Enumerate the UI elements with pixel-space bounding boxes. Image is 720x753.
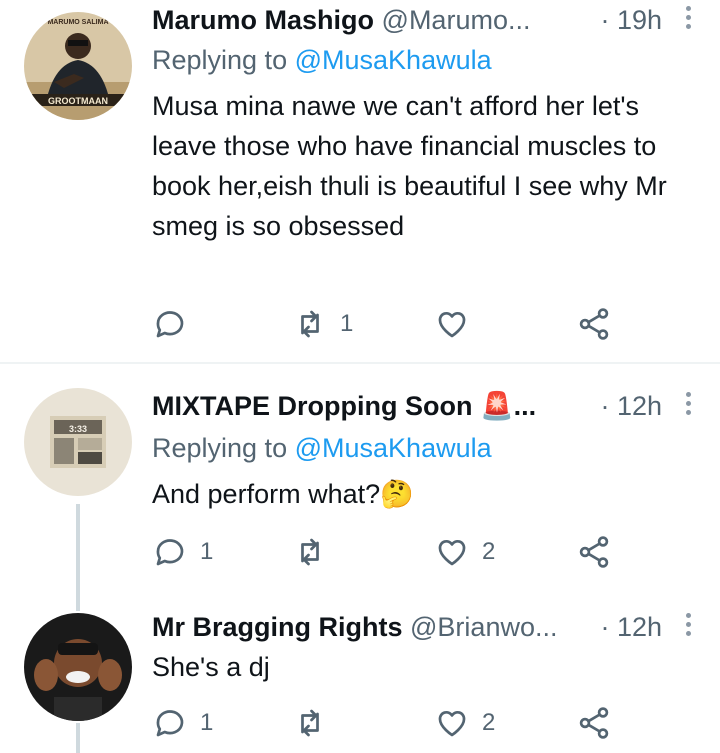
replying-to: Replying to @MusaKhawula: [152, 428, 492, 468]
share-button[interactable]: [576, 703, 612, 743]
retweet-count: 1: [340, 310, 354, 337]
mention-link[interactable]: @MusaKhawula: [295, 45, 492, 75]
replying-to-label: Replying to: [152, 433, 288, 463]
reply-button[interactable]: 1: [152, 532, 213, 572]
user-handle[interactable]: @Brianwo...: [410, 612, 557, 642]
more-icon[interactable]: [686, 6, 692, 33]
like-icon: [438, 540, 466, 566]
tweet-text: Musa mina nawe we can't afford her let's…: [152, 91, 667, 241]
tweet-header: Mr Bragging Rights @Brianwo... · 12h: [152, 607, 720, 647]
reply-icon: [156, 311, 184, 338]
retweet-button[interactable]: [292, 532, 340, 572]
reply-button[interactable]: 1: [152, 703, 213, 743]
replying-to: Replying to @MusaKhawula: [152, 40, 492, 80]
like-icon: [438, 711, 466, 737]
retweet-icon: [301, 709, 319, 737]
avatar-caption: GROOTMAAN: [48, 96, 108, 106]
share-button[interactable]: [576, 532, 612, 572]
tweet[interactable]: 3:33 MIXTAPE Dropping Soon 🚨... · 12h Re…: [0, 364, 720, 589]
tweet-header: MIXTAPE Dropping Soon 🚨... · 12h: [152, 386, 720, 426]
tweet-time[interactable]: · 12h: [600, 386, 662, 426]
reply-count: 1: [200, 538, 214, 565]
retweet-icon: [301, 538, 319, 566]
display-name[interactable]: MIXTAPE Dropping Soon 🚨...: [152, 391, 536, 421]
tweet-actions: 1 2: [152, 703, 622, 743]
like-button[interactable]: 2: [434, 703, 495, 743]
like-icon: [438, 312, 466, 338]
retweet-button[interactable]: 1: [292, 304, 353, 344]
svg-text:3:33: 3:33: [69, 424, 87, 434]
tweet-text: She's a dj: [152, 652, 270, 682]
reply-icon: [156, 710, 184, 737]
like-button[interactable]: 2: [434, 532, 495, 572]
share-icon: [579, 536, 609, 568]
tweet-text: And perform what?🤔: [152, 479, 414, 509]
tweet-time[interactable]: · 19h: [600, 0, 662, 40]
reply-count: 1: [200, 709, 214, 736]
share-icon: [579, 707, 609, 739]
reply-icon: [156, 539, 184, 566]
avatar[interactable]: GROOTMAAN MARUMO SALIMA: [24, 12, 132, 120]
user-handle[interactable]: @Marumo...: [382, 5, 531, 35]
like-count: 2: [482, 709, 496, 736]
avatar[interactable]: [24, 613, 132, 721]
like-button[interactable]: [434, 304, 482, 344]
tweet-time[interactable]: · 12h: [600, 607, 662, 647]
share-icon: [579, 308, 609, 340]
tweet[interactable]: GROOTMAAN MARUMO SALIMA Marumo Mashigo @…: [0, 0, 720, 362]
like-count: 2: [482, 538, 496, 565]
avatar[interactable]: 3:33: [24, 388, 132, 496]
display-name[interactable]: Marumo Mashigo: [152, 5, 374, 35]
avatar-caption-top: MARUMO SALIMA: [47, 19, 108, 26]
retweet-icon: [301, 310, 319, 338]
mention-link[interactable]: @MusaKhawula: [295, 433, 492, 463]
replying-to-label: Replying to: [152, 45, 288, 75]
more-icon[interactable]: [686, 613, 692, 640]
tweet-actions: 1: [152, 304, 622, 344]
share-button[interactable]: [576, 304, 612, 344]
tweet[interactable]: Mr Bragging Rights @Brianwo... · 12h She…: [0, 589, 720, 753]
retweet-button[interactable]: [292, 703, 340, 743]
display-name[interactable]: Mr Bragging Rights: [152, 612, 403, 642]
reply-button[interactable]: [152, 304, 200, 344]
tweet-header: Marumo Mashigo @Marumo... · 19h: [152, 0, 720, 40]
tweet-actions: 1 2: [152, 532, 622, 572]
more-icon[interactable]: [686, 392, 692, 419]
thread-line: [76, 504, 80, 589]
thread-line: [76, 589, 80, 611]
thread-line: [76, 723, 80, 753]
